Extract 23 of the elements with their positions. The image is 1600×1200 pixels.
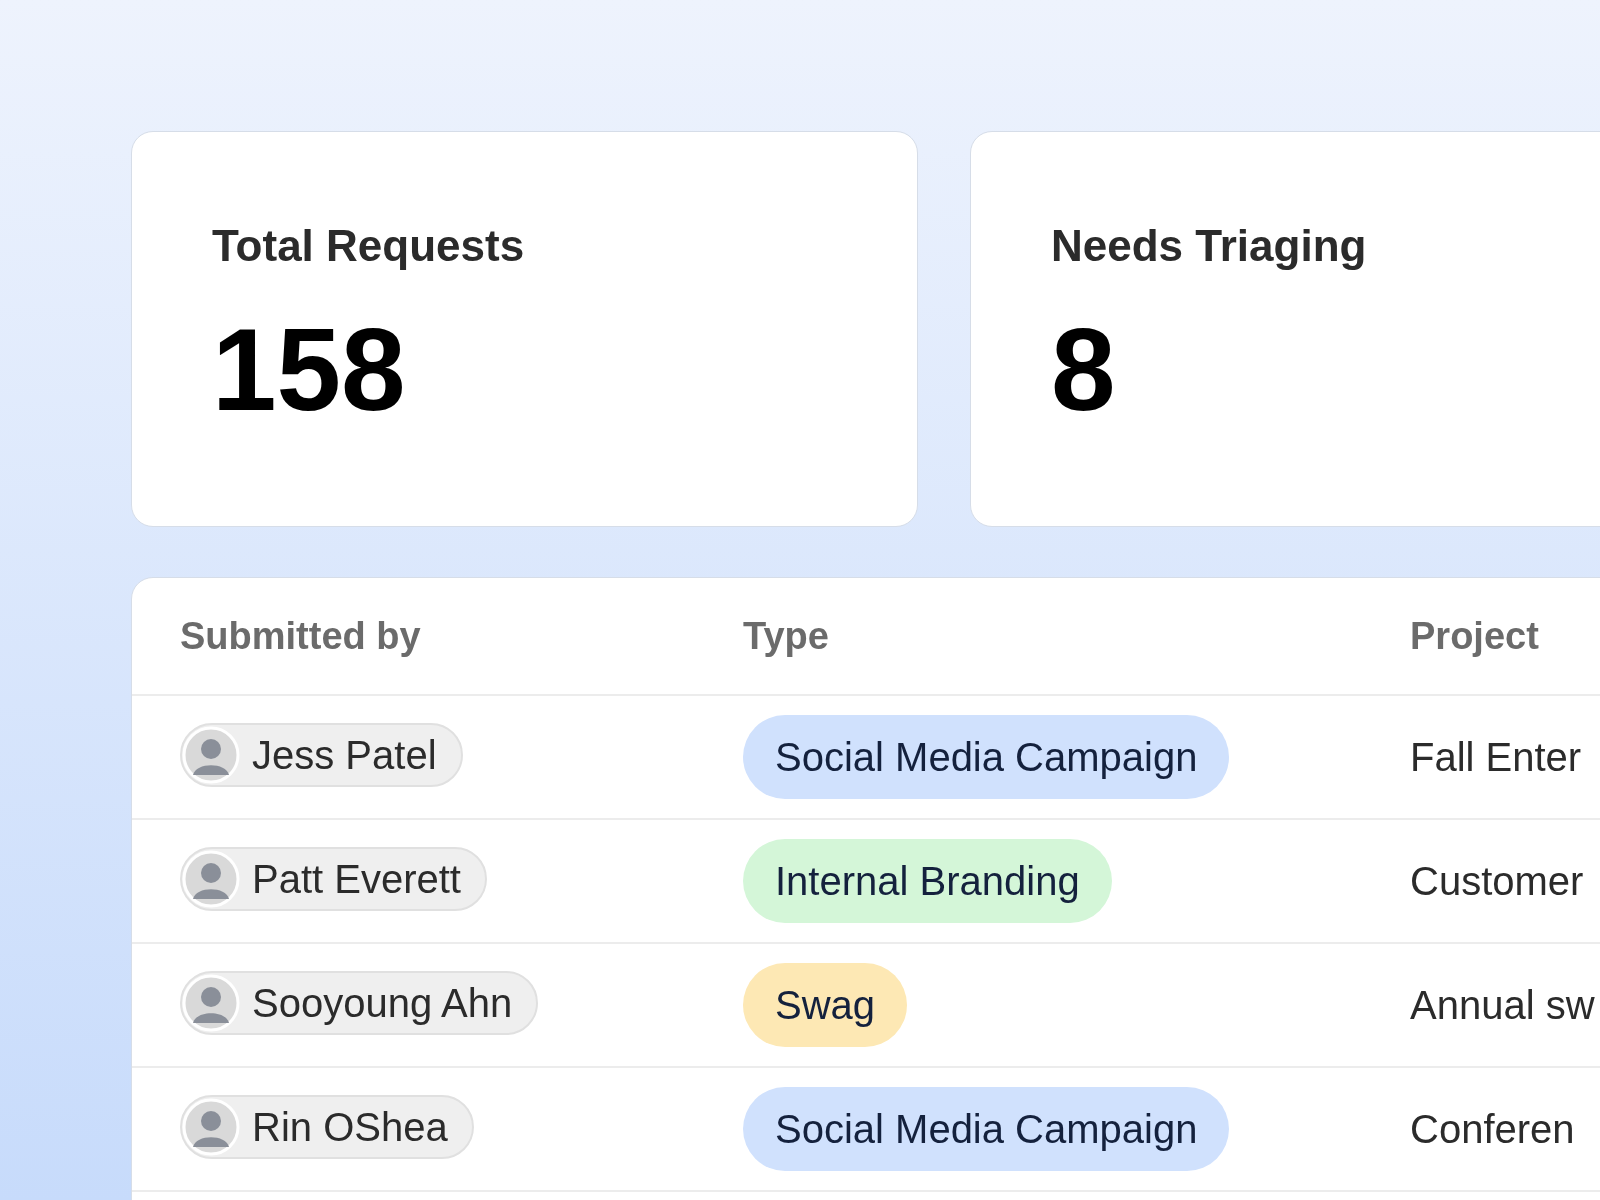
column-header: Submitted by [180,614,421,657]
table-cell-text: Fall Enter [1410,734,1582,781]
avatar-icon [182,1098,240,1156]
stat-label: Total Requests [212,224,526,268]
person-chip[interactable]: Patt Everett [180,847,487,911]
person-chip[interactable]: Sooyoung Ahn [180,971,539,1035]
person-chip[interactable]: Rin OShea [180,1095,474,1159]
type-tag: Social Media Campaign [743,1087,1230,1171]
stat-label: Needs Triaging [1051,224,1368,268]
person-chip[interactable]: Jess Patel [180,723,463,787]
stat-value: 8 [1051,312,1117,428]
type-tag: Swag [743,963,908,1047]
type-tag: Social Media Campaign [743,715,1230,799]
table-cell-text: Annual sw [1410,982,1595,1029]
avatar-icon [182,726,240,784]
table-cell-text: Customer [1410,858,1584,905]
avatar-icon [182,974,240,1032]
table-cell-text: Conferen [1410,1106,1575,1153]
column-header: Type [743,614,829,657]
avatar-icon [182,850,240,908]
stat-value: 158 [212,312,407,428]
type-tag: Internal Branding [743,839,1112,923]
column-header: Project [1410,614,1539,657]
